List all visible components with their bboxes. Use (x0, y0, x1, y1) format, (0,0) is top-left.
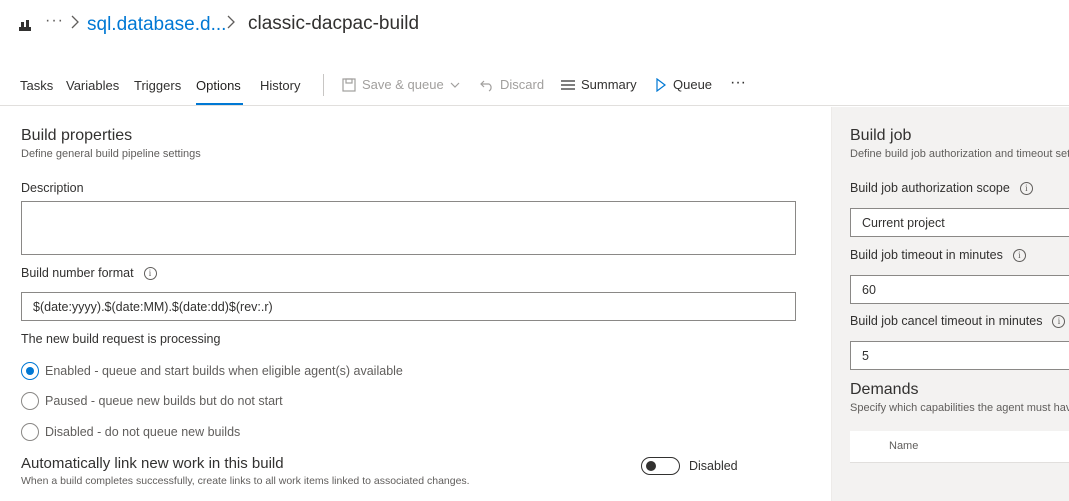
page-title: classic-dacpac-build (248, 13, 420, 34)
radio-button-checked[interactable] (21, 362, 39, 380)
demands-title: Demands (850, 381, 919, 398)
breadcrumb-pipeline-link[interactable]: sql.database.d... (87, 14, 226, 36)
autolink-subtitle: When a build completes successfully, cre… (21, 475, 470, 487)
toolbar: Tasks Variables Triggers Options History… (0, 66, 1069, 106)
radio-button[interactable] (21, 392, 39, 410)
build-job-subtitle: Define build job authorization and timeo… (850, 148, 1069, 160)
build-pipeline-icon[interactable] (18, 18, 32, 32)
radio-paused[interactable]: Paused - queue new builds but do not sta… (21, 392, 283, 410)
tab-history[interactable]: History (260, 78, 300, 93)
toolbar-divider (323, 74, 324, 96)
summary-label: Summary (581, 77, 637, 92)
info-icon[interactable]: i (143, 266, 157, 280)
scope-label-row: Build job authorization scope i (850, 181, 1033, 195)
autolink-toggle-state: Disabled (689, 459, 738, 473)
cancel-timeout-input[interactable]: 5 (850, 341, 1069, 370)
timeout-label-row: Build job timeout in minutes i (850, 248, 1026, 262)
tab-tasks[interactable]: Tasks (20, 78, 53, 93)
timeout-input[interactable]: 60 (850, 275, 1069, 304)
more-actions-button[interactable]: ··· (730, 74, 746, 92)
summary-button[interactable]: Summary (561, 77, 637, 92)
list-icon (561, 79, 575, 90)
breadcrumb: ··· sql.database.d... classic-dacpac-bui… (0, 0, 1069, 50)
demands-subtitle: Specify which capabilities the agent mus… (850, 402, 1069, 414)
radio-button[interactable] (21, 423, 39, 441)
info-icon[interactable]: i (1012, 248, 1026, 262)
breadcrumb-ellipsis[interactable]: ··· (45, 12, 64, 30)
queue-button[interactable]: Queue (655, 77, 712, 92)
save-queue-label: Save & queue (362, 77, 444, 92)
info-icon[interactable]: i (1019, 181, 1033, 195)
build-number-label-row: Build number format i (21, 266, 157, 280)
cancel-timeout-label-row: Build job cancel timeout in minutes i (850, 314, 1066, 328)
autolink-title: Automatically link new work in this buil… (21, 455, 284, 472)
undo-icon (480, 80, 492, 92)
chevron-down-icon (450, 82, 460, 88)
tab-options[interactable]: Options (196, 78, 241, 93)
info-icon[interactable]: i (1052, 314, 1066, 328)
queue-label: Queue (673, 77, 713, 92)
active-tab-indicator (196, 103, 243, 105)
chevron-right-icon (71, 15, 79, 29)
radio-paused-label: Paused - queue new builds but do not sta… (45, 394, 283, 408)
radio-enabled[interactable]: Enabled - queue and start builds when el… (21, 362, 403, 380)
save-queue-button[interactable]: Save & queue (342, 77, 460, 92)
autolink-toggle[interactable] (641, 457, 680, 475)
tab-variables[interactable]: Variables (66, 78, 119, 93)
radio-disabled-label: Disabled - do not queue new builds (45, 425, 241, 439)
build-job-title: Build job (850, 127, 912, 144)
chevron-right-icon (227, 15, 235, 29)
description-label: Description (21, 181, 84, 195)
build-properties-subtitle: Define general build pipeline settings (21, 148, 201, 160)
save-icon (342, 77, 356, 92)
radio-disabled[interactable]: Disabled - do not queue new builds (21, 423, 240, 441)
discard-button[interactable]: Discard (480, 77, 544, 92)
demands-column-name[interactable]: Name (889, 440, 918, 452)
discard-label: Discard (500, 77, 545, 92)
radio-enabled-label: Enabled - queue and start builds when el… (45, 364, 403, 378)
demands-table-header: Name (850, 431, 1069, 463)
build-properties-title: Build properties (21, 127, 133, 144)
tab-triggers[interactable]: Triggers (134, 78, 181, 93)
play-icon (656, 77, 666, 92)
build-number-label: Build number format (21, 266, 134, 280)
description-input[interactable] (21, 201, 796, 255)
authorization-scope-select[interactable]: Current project (850, 208, 1069, 237)
build-number-format-input[interactable]: $(date:yyyy).$(date:MM).$(date:dd)$(rev:… (21, 292, 796, 321)
timeout-label: Build job timeout in minutes (850, 248, 1003, 262)
scope-label: Build job authorization scope (850, 181, 1010, 195)
cancel-timeout-label: Build job cancel timeout in minutes (850, 314, 1043, 328)
processing-label: The new build request is processing (21, 332, 221, 346)
